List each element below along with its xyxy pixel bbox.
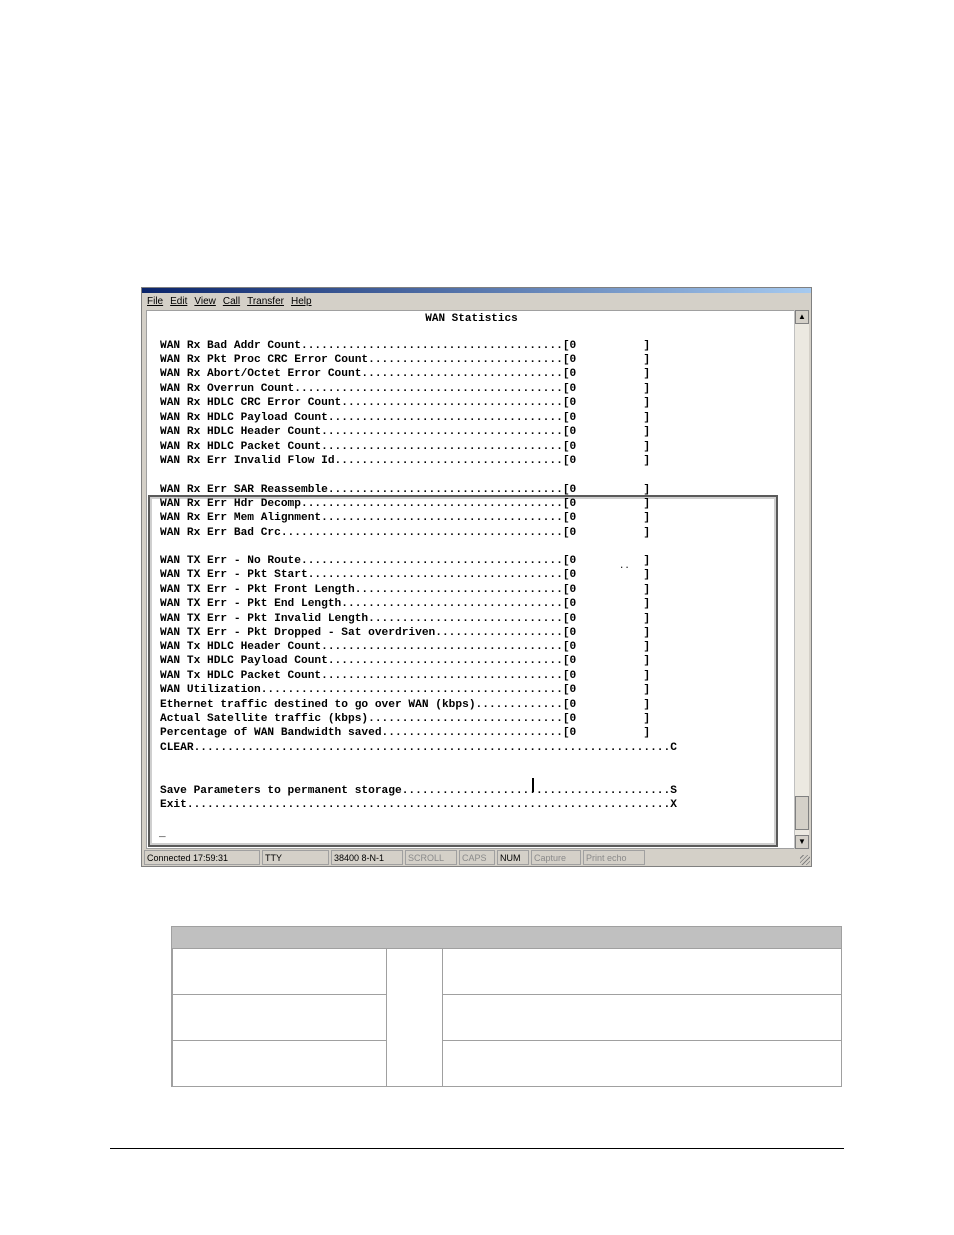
clear-option[interactable]: CLEAR...................................…: [160, 742, 677, 755]
footer-rule: [110, 1148, 844, 1149]
window-titlebar[interactable]: [142, 288, 811, 293]
separator-dots: ..: [619, 561, 630, 571]
scroll-up-icon[interactable]: ▲: [795, 310, 809, 324]
menu-transfer[interactable]: Transfer: [247, 296, 284, 307]
stat-line: WAN Rx Err Hdr Decomp...................…: [160, 498, 651, 510]
terminal-screen[interactable]: WAN Statistics WAN Rx Bad Addr Count....…: [146, 310, 797, 849]
stat-line: WAN Rx HDLC CRC Error Count.............…: [160, 397, 651, 409]
menu-view[interactable]: View: [194, 296, 216, 307]
table-cell: [172, 994, 387, 1041]
resize-grip-icon[interactable]: [800, 855, 810, 865]
stat-line: WAN Utilization.........................…: [160, 684, 651, 696]
stat-line: WAN Rx Bad Addr Count...................…: [160, 340, 651, 352]
stat-line: Ethernet traffic destined to go over WAN…: [160, 699, 651, 711]
table-cell: [442, 948, 842, 995]
stat-line: WAN Rx Pkt Proc CRC Error Count.........…: [160, 354, 651, 366]
stat-line: Percentage of WAN Bandwidth saved.......…: [160, 727, 651, 739]
status-connected: Connected 17:59:31: [144, 850, 260, 865]
status-bar: Connected 17:59:31 TTY 38400 8-N-1 SCROL…: [142, 849, 811, 866]
stat-line: WAN Rx Err SAR Reassemble...............…: [160, 484, 651, 496]
stat-line: WAN Tx HDLC Header Count................…: [160, 641, 651, 653]
status-print-echo: Print echo: [583, 850, 645, 865]
table-cell: [172, 1040, 387, 1087]
table-cell: [172, 948, 387, 995]
menu-call[interactable]: Call: [223, 296, 240, 307]
stat-line: WAN Rx HDLC Header Count................…: [160, 426, 651, 438]
stat-line: WAN TX Err - Pkt Dropped - Sat overdrive…: [160, 627, 651, 639]
status-emulation: TTY: [262, 850, 329, 865]
save-option[interactable]: Save Parameters to permanent storage....…: [160, 785, 677, 798]
stat-line: WAN TX Err - Pkt Front Length...........…: [160, 584, 651, 596]
menu-edit[interactable]: Edit: [170, 296, 187, 307]
stat-line: WAN Rx Err Bad Crc......................…: [160, 527, 651, 539]
menu-file[interactable]: File: [147, 296, 163, 307]
stat-line: WAN TX Err - No Route...................…: [160, 555, 651, 567]
stat-line: WAN Rx Err Invalid Flow Id..............…: [160, 455, 651, 467]
stat-line: WAN TX Err - Pkt Invalid Length.........…: [160, 613, 651, 625]
stat-line: WAN Rx Overrun Count....................…: [160, 383, 651, 395]
table-cell: [442, 1040, 842, 1087]
table-cell: [386, 948, 443, 1087]
status-scroll: SCROLL: [405, 850, 457, 865]
screen-title: WAN Statistics: [425, 313, 518, 325]
stat-line: WAN Rx Err Mem Alignment................…: [160, 512, 651, 524]
stat-line: Actual Satellite traffic (kbps).........…: [160, 713, 651, 725]
table-cell: [442, 994, 842, 1041]
stat-line: WAN Rx HDLC Packet Count................…: [160, 441, 651, 453]
menu-bar: File Edit View Call Transfer Help: [142, 294, 811, 309]
document-table: [171, 926, 842, 1087]
status-capture: Capture: [531, 850, 581, 865]
status-caps: CAPS: [459, 850, 495, 865]
stat-line: WAN Tx HDLC Packet Count................…: [160, 670, 651, 682]
exit-option[interactable]: Exit....................................…: [160, 799, 677, 812]
status-port: 38400 8-N-1: [331, 850, 403, 865]
status-num: NUM: [497, 850, 529, 865]
stat-line: WAN Rx HDLC Payload Count...............…: [160, 412, 651, 424]
scroll-thumb[interactable]: [795, 796, 809, 830]
table-header: [172, 927, 841, 948]
command-prompt[interactable]: _: [159, 828, 166, 840]
stat-line: WAN TX Err - Pkt Start..................…: [160, 569, 651, 581]
stat-line: WAN TX Err - Pkt End Length.............…: [160, 598, 651, 610]
vertical-scrollbar[interactable]: ▲ ▼: [794, 310, 809, 849]
stat-line: WAN Rx Abort/Octet Error Count..........…: [160, 368, 651, 380]
scroll-down-icon[interactable]: ▼: [795, 835, 809, 849]
stat-line: WAN Tx HDLC Payload Count...............…: [160, 655, 651, 667]
menu-help[interactable]: Help: [291, 296, 312, 307]
terminal-window: File Edit View Call Transfer Help WAN Statist…: [141, 287, 812, 867]
text-cursor: [532, 778, 534, 792]
